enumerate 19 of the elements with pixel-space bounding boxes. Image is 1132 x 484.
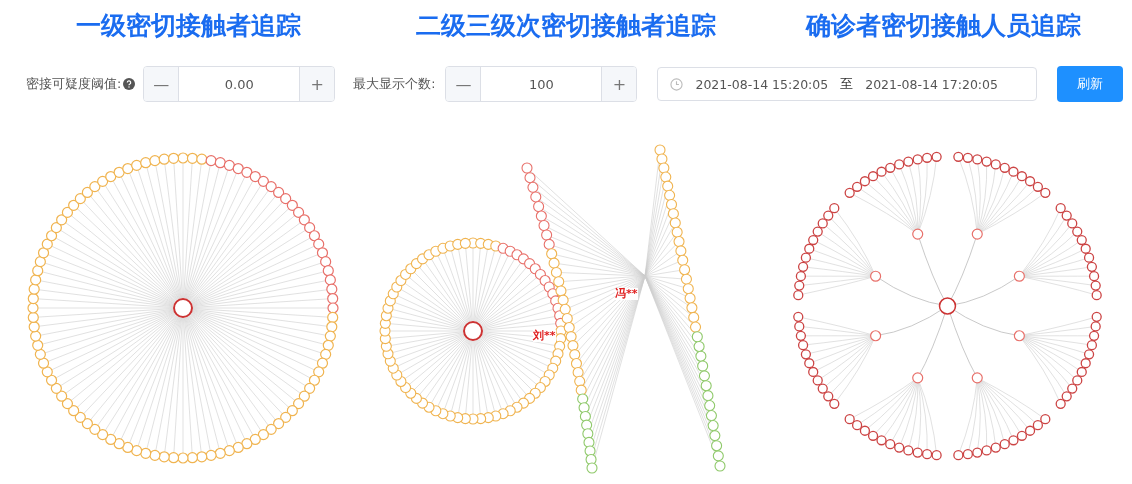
node-label: 刘** (533, 330, 556, 342)
number-stepper[interactable]: — 100 + (445, 66, 638, 102)
end-datetime: 2021-08-14 17:20:05 (865, 76, 998, 92)
decrement-button[interactable]: — (144, 67, 179, 101)
range-separator: 至 (840, 75, 854, 93)
increment-button[interactable]: + (602, 67, 637, 101)
max-count-label: 最大显示个数: (353, 75, 436, 93)
threshold-input[interactable]: 0.00 (178, 67, 301, 101)
panel-title: 二级三级次密切接触者追踪 (414, 10, 717, 42)
threshold-label: 密接可疑度阈值: (26, 75, 122, 93)
start-datetime: 2021-08-14 15:20:05 (695, 76, 829, 92)
panel-title: 确诊者密切接触人员追踪 (804, 10, 1082, 42)
decrement-button[interactable]: — (446, 67, 481, 101)
panel-title: 一级密切接触者追踪 (75, 10, 302, 42)
date-range-field[interactable]: 2021-08-14 15:20:05 至 2021-08-14 17:20:05 (657, 67, 1038, 101)
max-count-input[interactable]: 100 (480, 67, 603, 101)
number-stepper[interactable]: — 0.00 + (143, 66, 336, 102)
node-label: 冯** (615, 288, 638, 300)
increment-button[interactable]: + (300, 67, 335, 101)
